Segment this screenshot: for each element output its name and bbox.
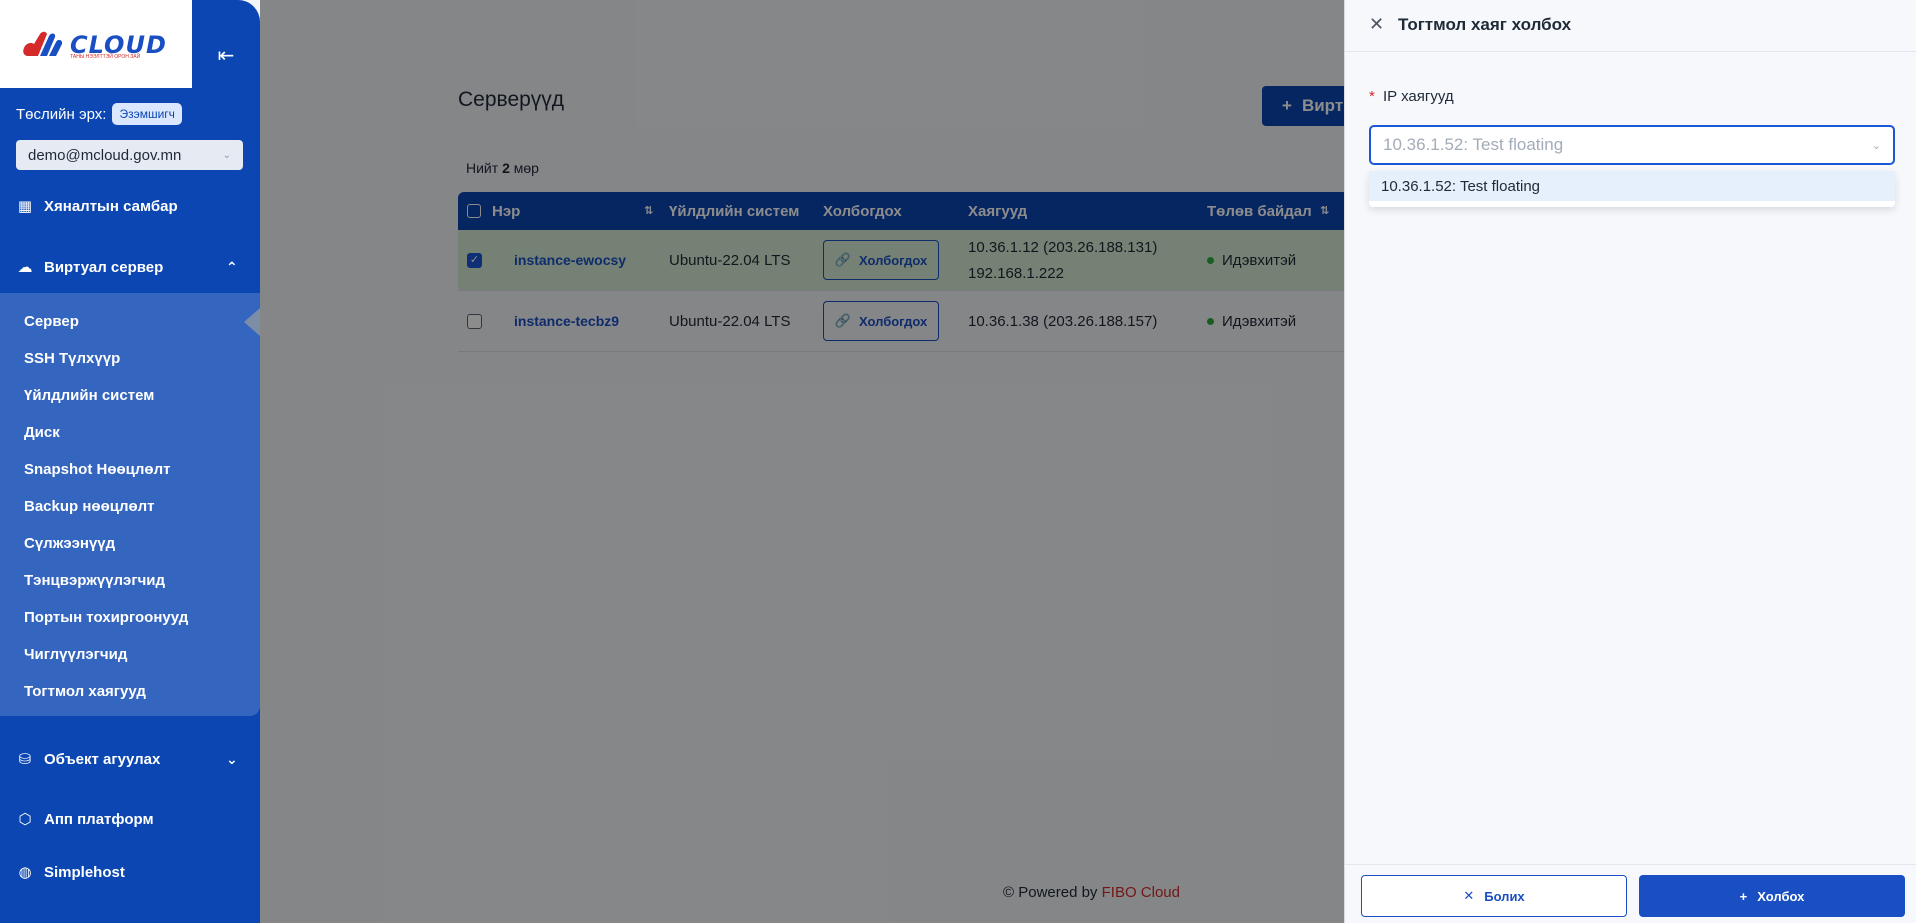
drawer-header: ✕ Тогтмол хаяг холбох <box>1345 0 1916 52</box>
close-icon[interactable]: ✕ <box>1369 14 1384 35</box>
collapse-left-icon: ⇤ <box>217 44 235 67</box>
sidebar-item-routers[interactable]: Чиглүүлэгчид <box>24 646 127 663</box>
ip-field-label: * IP хаягууд <box>1369 88 1454 105</box>
sidebar-item-snapshot[interactable]: Snapshot Нөөцлөлт <box>24 461 170 478</box>
logo-area: CLOUD ТАНЫ НЭЭЛТТЭЙ ОРОН ЗАЙ <box>0 0 192 88</box>
ip-dropdown: 10.36.1.52: Test floating <box>1369 171 1895 207</box>
nav-simplehost[interactable]: ◍ Simplehost <box>16 863 125 882</box>
drawer-footer: ✕ Болих + Холбох <box>1345 864 1916 923</box>
sidebar-item-server[interactable]: Сервер <box>24 313 79 330</box>
sidebar: CLOUD ТАНЫ НЭЭЛТТЭЙ ОРОН ЗАЙ ⇤ Төслийн э… <box>0 0 260 923</box>
ip-select-value: 10.36.1.52: Test floating <box>1383 135 1564 154</box>
ip-option[interactable]: 10.36.1.52: Test floating <box>1369 171 1895 201</box>
chevron-down-icon: ⌄ <box>222 149 231 161</box>
globe-icon: ◍ <box>18 864 32 881</box>
nav-virtual-server[interactable]: ☁ Виртуал сервер ⌃ <box>16 258 238 277</box>
sidebar-item-networks[interactable]: Сүлжээнүүд <box>24 535 115 552</box>
attach-floating-ip-drawer: ✕ Тогтмол хаяг холбох * IP хаягууд 10.36… <box>1344 0 1916 923</box>
logo-subtext: ТАНЫ НЭЭЛТТЭЙ ОРОН ЗАЙ <box>70 54 141 60</box>
cloud-logo-icon <box>23 31 63 56</box>
attach-button[interactable]: + Холбох <box>1639 875 1905 917</box>
nav-object-storage[interactable]: ⛁ Объект агуулах ⌄ <box>16 750 238 769</box>
sidebar-item-floating-ips[interactable]: Тогтмол хаягууд <box>24 683 146 700</box>
sidebar-item-backup[interactable]: Backup нөөцлөлт <box>24 498 155 515</box>
cancel-label: Болих <box>1484 888 1525 904</box>
bucket-icon: ⛁ <box>18 751 32 768</box>
grid-icon: ▦ <box>17 198 33 215</box>
nav-app-platform[interactable]: ⬡ Апп платформ <box>16 810 154 829</box>
close-icon: ✕ <box>1463 888 1475 903</box>
required-marker: * <box>1369 88 1375 105</box>
role-row: Төслийн эрх: Эзэмшигч <box>16 103 182 125</box>
sidebar-item-os[interactable]: Үйлдлийн систем <box>24 387 154 404</box>
nav-object-storage-label: Объект агуулах <box>44 750 161 768</box>
virtual-server-submenu: Сервер SSH Түлхүүр Үйлдлийн систем Диск … <box>0 293 260 716</box>
sidebar-item-ports[interactable]: Портын тохиргоонууд <box>24 609 188 626</box>
collapse-sidebar-button[interactable]: ⇤ <box>192 22 260 88</box>
drawer-title: Тогтмол хаяг холбох <box>1398 15 1572 34</box>
cube-icon: ⬡ <box>18 811 32 828</box>
nav-dashboard[interactable]: ▦ Хяналтын самбар <box>16 197 178 216</box>
account-select[interactable]: demo@mcloud.gov.mn ⌄ <box>16 140 243 170</box>
modal-overlay[interactable] <box>260 0 1344 923</box>
sidebar-item-disk[interactable]: Диск <box>24 424 60 441</box>
account-email: demo@mcloud.gov.mn <box>28 146 182 164</box>
ip-field-label-text: IP хаягууд <box>1383 88 1454 105</box>
plus-icon: + <box>1739 888 1748 904</box>
attach-label: Холбох <box>1757 888 1805 904</box>
nav-dashboard-label: Хяналтын самбар <box>44 197 178 215</box>
chevron-up-icon: ⌃ <box>226 258 238 275</box>
nav-virtual-server-label: Виртуал сервер <box>44 258 164 276</box>
cancel-button[interactable]: ✕ Болих <box>1361 875 1627 917</box>
role-badge: Эзэмшигч <box>112 103 182 125</box>
active-pointer <box>244 308 260 336</box>
chevron-down-icon: ⌄ <box>1871 139 1881 152</box>
role-label: Төслийн эрх: <box>16 105 107 123</box>
nav-simplehost-label: Simplehost <box>44 863 125 881</box>
sidebar-item-ssh-key[interactable]: SSH Түлхүүр <box>24 350 120 367</box>
sidebar-item-load-balancers[interactable]: Тэнцвэржүүлэгчид <box>24 572 165 589</box>
chevron-down-icon: ⌄ <box>226 750 238 767</box>
cloud-icon: ☁ <box>17 259 33 276</box>
nav-app-platform-label: Апп платформ <box>44 810 154 828</box>
ip-select[interactable]: 10.36.1.52: Test floating ⌄ <box>1369 125 1895 165</box>
